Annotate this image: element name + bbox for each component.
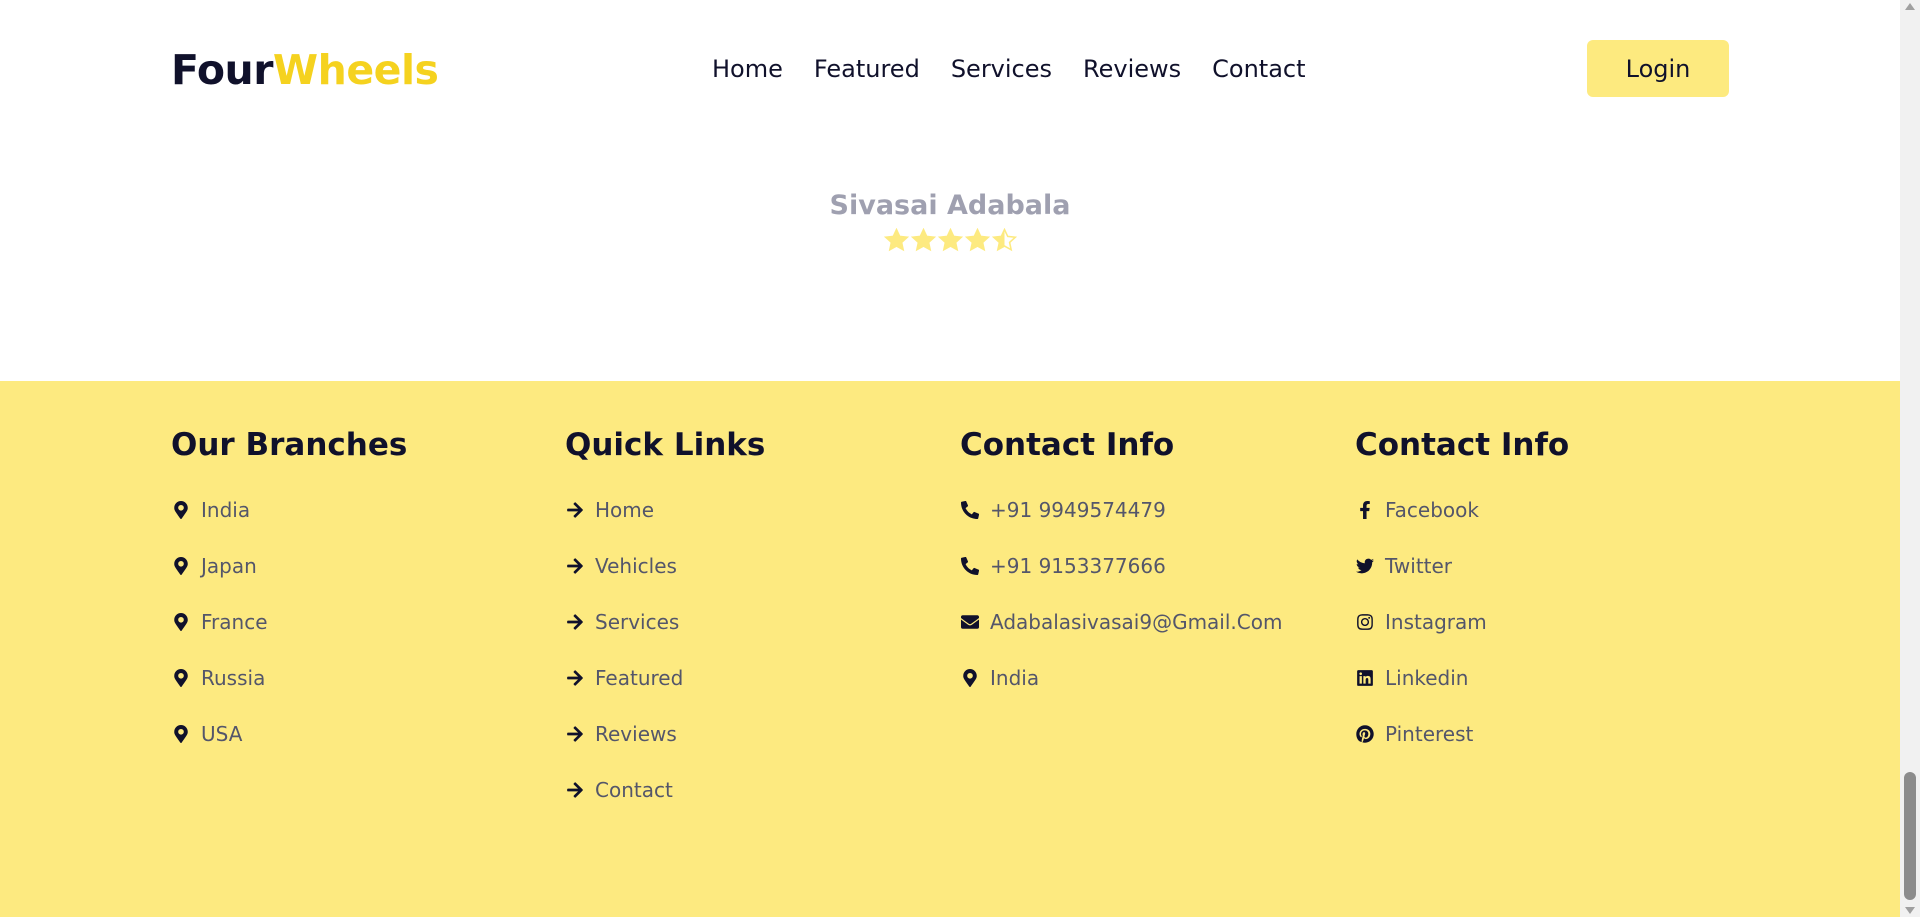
footer-link-contact[interactable]: Contact <box>565 762 765 818</box>
scroll-thumb[interactable] <box>1904 772 1916 900</box>
footer-link-label: Instagram <box>1385 610 1487 634</box>
envelope-icon <box>960 612 980 632</box>
footer-link-label: Home <box>595 498 655 522</box>
footer-link-label: Linkedin <box>1385 666 1469 690</box>
contact-info-title: Contact Info <box>960 427 1175 463</box>
site-footer: Our Branches India Japan France Russia USA Q… <box>0 381 1900 917</box>
star-half-icon <box>991 228 1017 252</box>
arrow-right-icon <box>565 780 585 800</box>
arrow-right-icon <box>565 668 585 688</box>
reviewer-name: Sivasai Adabala <box>829 190 1071 221</box>
footer-link-label: Twitter <box>1385 554 1453 578</box>
star-rating <box>0 228 1900 258</box>
footer-link-label: Vehicles <box>595 554 677 578</box>
footer-link-label: Reviews <box>595 722 677 746</box>
social-list: Facebook Twitter Instagram Linkedin Pinteres… <box>1355 482 1569 762</box>
contact-info-list: +91 9949574479 +91 9153377666 Adabalasivas… <box>960 482 1282 706</box>
arrow-right-icon <box>565 500 585 520</box>
star-full-icon <box>964 228 990 252</box>
scroll-down-arrow[interactable] <box>1905 907 1915 914</box>
footer-link-label: Contact <box>595 778 673 802</box>
footer-branches: Our Branches India Japan France Russia USA <box>171 422 407 762</box>
footer-link-home[interactable]: Home <box>565 482 765 538</box>
map-marker-icon <box>960 668 980 688</box>
scrollbar[interactable] <box>1900 0 1920 917</box>
footer-social: Contact Info Facebook Twitter Instagram Lin… <box>1355 422 1569 762</box>
footer-link-label: Adabalasivasai9@Gmail.Com <box>990 610 1283 634</box>
footer-link-label: Featured <box>595 666 684 690</box>
footer-quick-links: Quick Links Home Vehicles Services Featured… <box>565 422 765 818</box>
phone-icon <box>960 556 980 576</box>
nav-reviews[interactable]: Reviews <box>1083 52 1181 86</box>
phone-icon <box>960 500 980 520</box>
footer-link-label: India <box>990 666 1040 690</box>
footer-link-label: USA <box>201 722 243 746</box>
map-marker-icon <box>171 724 191 744</box>
footer-link-services[interactable]: Services <box>565 594 765 650</box>
quick-links-list: Home Vehicles Services Featured Reviews Conta… <box>565 482 765 818</box>
footer-contact-info: Contact Info +91 9949574479 +91 915337766… <box>960 422 1282 706</box>
footer-link-japan[interactable]: Japan <box>171 538 407 594</box>
login-button[interactable]: Login <box>1587 40 1729 97</box>
branches-title: Our Branches <box>171 427 408 463</box>
footer-link-91-9153377666[interactable]: +91 9153377666 <box>960 538 1282 594</box>
map-marker-icon <box>171 668 191 688</box>
arrow-right-icon <box>565 612 585 632</box>
footer-link-linkedin[interactable]: Linkedin <box>1355 650 1569 706</box>
footer-link-label: Japan <box>201 554 257 578</box>
branches-list: India Japan France Russia USA <box>171 482 407 762</box>
footer-link-label: +91 9153377666 <box>990 554 1166 578</box>
arrow-right-icon <box>565 556 585 576</box>
facebook-icon <box>1355 500 1375 520</box>
review-card: Sivasai Adabala <box>0 186 1900 258</box>
footer-link-label: Facebook <box>1385 498 1479 522</box>
quick-links-title: Quick Links <box>565 427 766 463</box>
footer-link-label: +91 9949574479 <box>990 498 1166 522</box>
logo-text-four: Four <box>171 46 273 94</box>
footer-link-usa[interactable]: USA <box>171 706 407 762</box>
main-nav: Home Featured Services Reviews Contact <box>712 52 1337 86</box>
footer-link-facebook[interactable]: Facebook <box>1355 482 1569 538</box>
star-full-icon <box>883 228 909 252</box>
footer-link-reviews[interactable]: Reviews <box>565 706 765 762</box>
pinterest-icon <box>1355 724 1375 744</box>
star-full-icon <box>910 228 936 252</box>
site-header: FourWheels Home Featured Services Review… <box>0 0 1900 138</box>
social-title: Contact Info <box>1355 427 1570 463</box>
footer-link-twitter[interactable]: Twitter <box>1355 538 1569 594</box>
instagram-icon <box>1355 612 1375 632</box>
map-marker-icon <box>171 500 191 520</box>
nav-contact[interactable]: Contact <box>1212 52 1305 86</box>
footer-link-label: France <box>201 610 268 634</box>
map-marker-icon <box>171 556 191 576</box>
twitter-icon <box>1355 556 1375 576</box>
arrow-right-icon <box>565 724 585 744</box>
footer-link-instagram[interactable]: Instagram <box>1355 594 1569 650</box>
linkedin-icon <box>1355 668 1375 688</box>
footer-link-label: India <box>201 498 251 522</box>
footer-link-label: Pinterest <box>1385 722 1474 746</box>
footer-link-91-9949574479[interactable]: +91 9949574479 <box>960 482 1282 538</box>
footer-link-pinterest[interactable]: Pinterest <box>1355 706 1569 762</box>
footer-link-label: Services <box>595 610 680 634</box>
footer-link-france[interactable]: France <box>171 594 407 650</box>
footer-link-featured[interactable]: Featured <box>565 650 765 706</box>
footer-link-russia[interactable]: Russia <box>171 650 407 706</box>
map-marker-icon <box>171 612 191 632</box>
star-full-icon <box>937 228 963 252</box>
footer-link-india[interactable]: India <box>171 482 407 538</box>
nav-services[interactable]: Services <box>951 52 1052 86</box>
footer-link-label: Russia <box>201 666 266 690</box>
footer-link-vehicles[interactable]: Vehicles <box>565 538 765 594</box>
footer-link-india[interactable]: India <box>960 650 1282 706</box>
footer-link-adabalasivasai9-gmail-com[interactable]: Adabalasivasai9@Gmail.Com <box>960 594 1282 650</box>
logo[interactable]: FourWheels <box>171 42 439 98</box>
nav-home[interactable]: Home <box>712 52 783 86</box>
scroll-up-arrow[interactable] <box>1905 3 1915 10</box>
nav-featured[interactable]: Featured <box>814 52 920 86</box>
logo-text-wheels: Wheels <box>272 46 439 94</box>
